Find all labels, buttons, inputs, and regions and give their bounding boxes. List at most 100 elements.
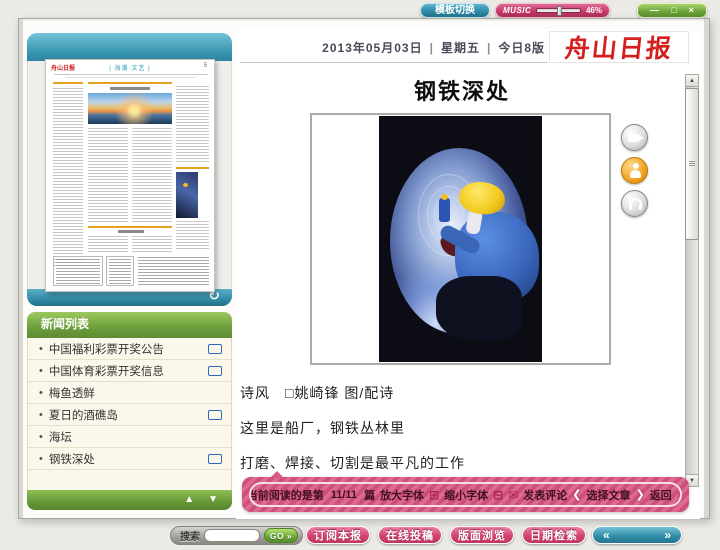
zoom-out-text-button[interactable]: 缩小字体 (444, 487, 488, 503)
newspaper-logo-text: 舟山日报 (563, 29, 675, 65)
photo-icon (208, 344, 222, 354)
weekday-text: 星期五 (441, 41, 480, 55)
date-header: 2013年05月03日|星期五|今日8版 (240, 37, 545, 59)
close-icon[interactable]: × (677, 487, 682, 502)
search-bar: 搜索 GO » (170, 526, 303, 545)
reading-position-prefix: 当前阅读的是第 (249, 487, 324, 503)
thumbnail-orange-rule (176, 167, 209, 169)
layout-browse-button[interactable]: 版面浏览 (450, 526, 514, 544)
next-page-button[interactable]: » (664, 527, 671, 543)
scroll-up-icon[interactable]: ▲ (184, 491, 194, 509)
thumbnail-orange-rule (88, 82, 172, 84)
news-item-label: 中国福利彩票开奖公告 (49, 341, 208, 357)
photo-distant-worker (439, 198, 450, 222)
reader-button[interactable] (621, 157, 648, 184)
reading-toolbar-inner: 当前阅读的是第 11/11 篇 放大字体 ⊞ 缩小字体 ⊟ ✉ 发表评论 ❮ 选… (249, 482, 682, 507)
thumbnail-text-column (53, 88, 83, 268)
news-item-label: 梅鱼透鲜 (49, 385, 222, 401)
article-text-line: 这里是船厂，钢铁丛林里 (240, 418, 405, 438)
reading-position-unit: 篇 (364, 487, 375, 503)
page-pager: « » (592, 526, 682, 544)
bullet-icon: • (39, 343, 43, 355)
thumbnail-orange-rule (53, 82, 83, 84)
thumbnail-text-column (88, 128, 128, 222)
photo-icon (208, 410, 222, 420)
date-search-button[interactable]: 日期检索 (522, 526, 586, 544)
video-camera-icon (628, 134, 639, 142)
search-go-button[interactable]: GO » (264, 528, 298, 543)
reading-toolbar-pointer (270, 471, 284, 478)
separator: | (487, 41, 491, 55)
thumbnail-article-title-bar (110, 87, 150, 90)
news-list-item[interactable]: • 梅鱼透鲜 (28, 382, 231, 404)
photo-welder-legs (436, 276, 522, 340)
news-list-item[interactable]: • 中国体育彩票开奖信息 (28, 360, 231, 382)
header-divider (240, 62, 547, 63)
person-icon (630, 163, 641, 179)
zoom-in-icon[interactable]: ⊞ (429, 488, 439, 502)
online-submit-button[interactable]: 在线投稿 (378, 526, 442, 544)
search-input[interactable] (204, 529, 260, 542)
headphones-icon (629, 198, 642, 208)
music-label: MUSIC (503, 6, 531, 15)
article-title: 钢铁深处 (237, 74, 687, 106)
template-switch-button[interactable]: 模板切换 (420, 3, 490, 18)
news-item-label: 钢铁深处 (49, 451, 208, 467)
music-slider[interactable]: MUSIC 46% (495, 3, 610, 18)
post-comment-button[interactable]: 发表评论 (523, 487, 567, 503)
news-list: • 中国福利彩票开奖公告 • 中国体育彩票开奖信息 • 梅鱼透鲜 • 夏日的酒礁… (27, 338, 232, 490)
news-list-item[interactable]: • 钢铁深处 (28, 448, 231, 470)
thumbnail-text-column (138, 257, 209, 286)
date-text: 2013年05月03日 (322, 41, 422, 55)
restore-button[interactable]: □ (671, 4, 676, 17)
thumbnail-text-column (176, 86, 209, 164)
next-article-icon[interactable]: ❯ (635, 488, 644, 501)
video-button[interactable] (621, 124, 648, 151)
scrollbar-up-button[interactable]: ▲ (685, 74, 699, 87)
thumbnail-text-column (176, 221, 209, 249)
search-label: 搜索 (180, 528, 200, 543)
news-list-item[interactable]: • 中国福利彩票开奖公告 (28, 338, 231, 360)
back-button[interactable]: 返回 (650, 487, 672, 503)
photo-icon (208, 454, 222, 464)
bullet-icon: • (39, 387, 43, 399)
thumbnail-text-column (132, 236, 172, 252)
thumbnail-table-box (106, 256, 134, 286)
music-slider-thumb[interactable] (557, 6, 562, 16)
comment-envelope-icon[interactable]: ✉ (508, 488, 518, 502)
article-photo-frame (310, 113, 611, 365)
thumbnail-text-column (132, 128, 172, 222)
thumbnail-text-column (88, 236, 128, 252)
reading-position-value: 11/11 (331, 489, 357, 501)
minimize-button[interactable]: — (650, 4, 659, 17)
news-item-label: 中国体育彩票开奖信息 (49, 363, 208, 379)
scrollbar-thumb[interactable] (685, 88, 699, 240)
zoom-out-icon[interactable]: ⊟ (493, 488, 503, 502)
news-list-item[interactable]: • 海坛 (28, 426, 231, 448)
thumbnail-page-number: 5 (204, 63, 207, 69)
thumbnail-orange-rule (88, 226, 172, 228)
previous-article-icon[interactable]: ❮ (572, 488, 581, 501)
article-byline: 诗风 □姚崎锋 图/配诗 (240, 383, 394, 403)
article-text-line: 打磨、焊接、切割是最平凡的工作 (240, 453, 465, 473)
bullet-icon: • (39, 365, 43, 377)
news-list-item[interactable]: • 夏日的酒礁岛 (28, 404, 231, 426)
music-slider-track[interactable] (536, 8, 581, 13)
select-article-button[interactable]: 选择文章 (586, 487, 630, 503)
news-item-label: 海坛 (49, 429, 222, 445)
listen-button[interactable] (621, 190, 648, 217)
subscribe-button[interactable]: 订阅本报 (306, 526, 370, 544)
thumbnail-article-title-bar (118, 230, 144, 233)
app-window: 模板切换 MUSIC 46% — □ × ↻ 舟山日报 | 海潮·文艺 | 5 (0, 0, 720, 550)
window-controls: — □ × (637, 3, 707, 18)
thumbnail-section-title: | 海潮·文艺 | (46, 63, 214, 72)
scroll-down-icon[interactable]: ▼ (208, 491, 218, 509)
thumbnail-welder-photo (176, 172, 198, 218)
previous-page-button[interactable]: « (603, 527, 610, 543)
thumbnail-table-box (53, 256, 103, 286)
close-button[interactable]: × (689, 4, 694, 17)
news-item-label: 夏日的酒礁岛 (49, 407, 208, 423)
page-thumbnail[interactable]: 舟山日报 | 海潮·文艺 | 5 (45, 59, 215, 292)
thumbnail-sunset-photo (88, 93, 172, 124)
zoom-in-text-button[interactable]: 放大字体 (380, 487, 424, 503)
